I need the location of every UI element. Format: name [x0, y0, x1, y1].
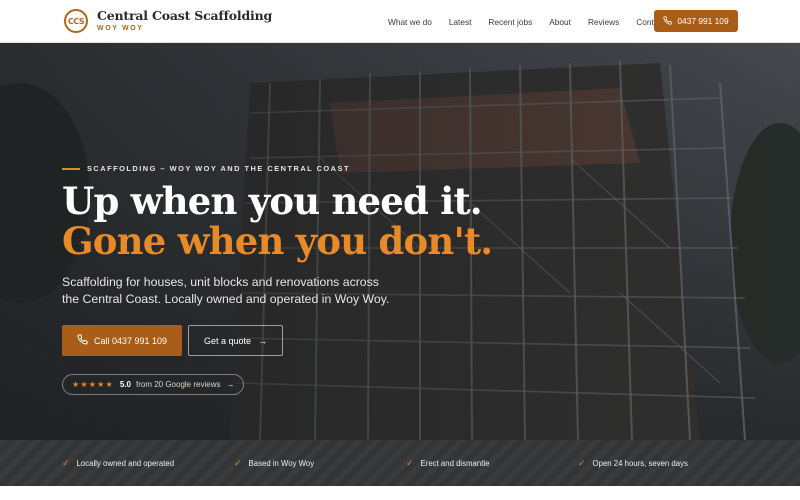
- check-icon: ✓: [406, 457, 414, 468]
- brand-text: Central Coast Scaffolding WOY WOY: [97, 7, 272, 33]
- eyebrow-rule: [62, 167, 80, 170]
- brand-name: Central Coast Scaffolding: [97, 7, 272, 23]
- logo-icon: CCS: [64, 9, 88, 33]
- star-rating-icon: ★★★★★: [72, 380, 114, 389]
- header-call-button[interactable]: 0437 991 109: [654, 10, 738, 32]
- arrow-right-icon: →: [226, 380, 235, 389]
- nav-latest[interactable]: Latest: [449, 17, 472, 27]
- feature-label: Erect and dismantle: [420, 458, 490, 468]
- feature-item: ✓ Locally owned and operated: [62, 440, 174, 486]
- hero-section: SCAFFOLDING – WOY WOY AND THE CENTRAL CO…: [0, 43, 800, 440]
- hero-call-label: Call 0437 991 109: [93, 335, 168, 346]
- hero-headline-line2: Gone when you don't.: [62, 219, 493, 263]
- feature-item: ✓ Open 24 hours, seven days: [578, 440, 688, 486]
- hero-headline-line1: Up when you need it.: [62, 179, 483, 223]
- nav-what-we-do[interactable]: What we do: [388, 17, 432, 27]
- google-reviews-badge[interactable]: ★★★★★ 5.0 from 20 Google reviews →: [62, 374, 244, 395]
- feature-item: ✓ Erect and dismantle: [406, 440, 489, 486]
- arrow-right-icon: →: [258, 335, 268, 346]
- phone-icon: [77, 334, 88, 347]
- phone-icon: [663, 15, 673, 27]
- get-quote-button[interactable]: Get a quote →: [188, 325, 283, 356]
- nav-about[interactable]: About: [549, 17, 571, 27]
- features-strip: ✓ Locally owned and operated ✓ Based in …: [0, 440, 800, 486]
- main-nav: What we do Latest Recent jobs About Revi…: [388, 0, 665, 43]
- hero-eyebrow: SCAFFOLDING – WOY WOY AND THE CENTRAL CO…: [62, 164, 350, 173]
- feature-label: Locally owned and operated: [76, 458, 175, 468]
- rating-value: 5.0: [119, 380, 131, 389]
- eyebrow-text: SCAFFOLDING – WOY WOY AND THE CENTRAL CO…: [87, 164, 350, 173]
- check-icon: ✓: [578, 457, 586, 468]
- check-icon: ✓: [62, 457, 70, 468]
- feature-label: Based in Woy Woy: [248, 458, 315, 468]
- nav-reviews[interactable]: Reviews: [588, 17, 619, 27]
- hero-subtext: Scaffolding for houses, unit blocks and …: [62, 275, 390, 306]
- check-icon: ✓: [234, 457, 242, 468]
- hero-call-button[interactable]: Call 0437 991 109: [62, 325, 182, 356]
- brand-location: WOY WOY: [97, 25, 144, 33]
- site-header: CCS Central Coast Scaffolding WOY WOY Wh…: [0, 0, 800, 43]
- header-call-label: 0437 991 109: [677, 16, 729, 26]
- page-bottom: [0, 486, 800, 500]
- get-quote-label: Get a quote: [203, 335, 252, 346]
- feature-label: Open 24 hours, seven days: [592, 458, 688, 468]
- nav-recent-jobs[interactable]: Recent jobs: [488, 17, 532, 27]
- review-count: from 20 Google reviews: [135, 380, 221, 389]
- brand-link[interactable]: CCS Central Coast Scaffolding WOY WOY: [64, 9, 272, 33]
- feature-item: ✓ Based in Woy Woy: [234, 440, 314, 486]
